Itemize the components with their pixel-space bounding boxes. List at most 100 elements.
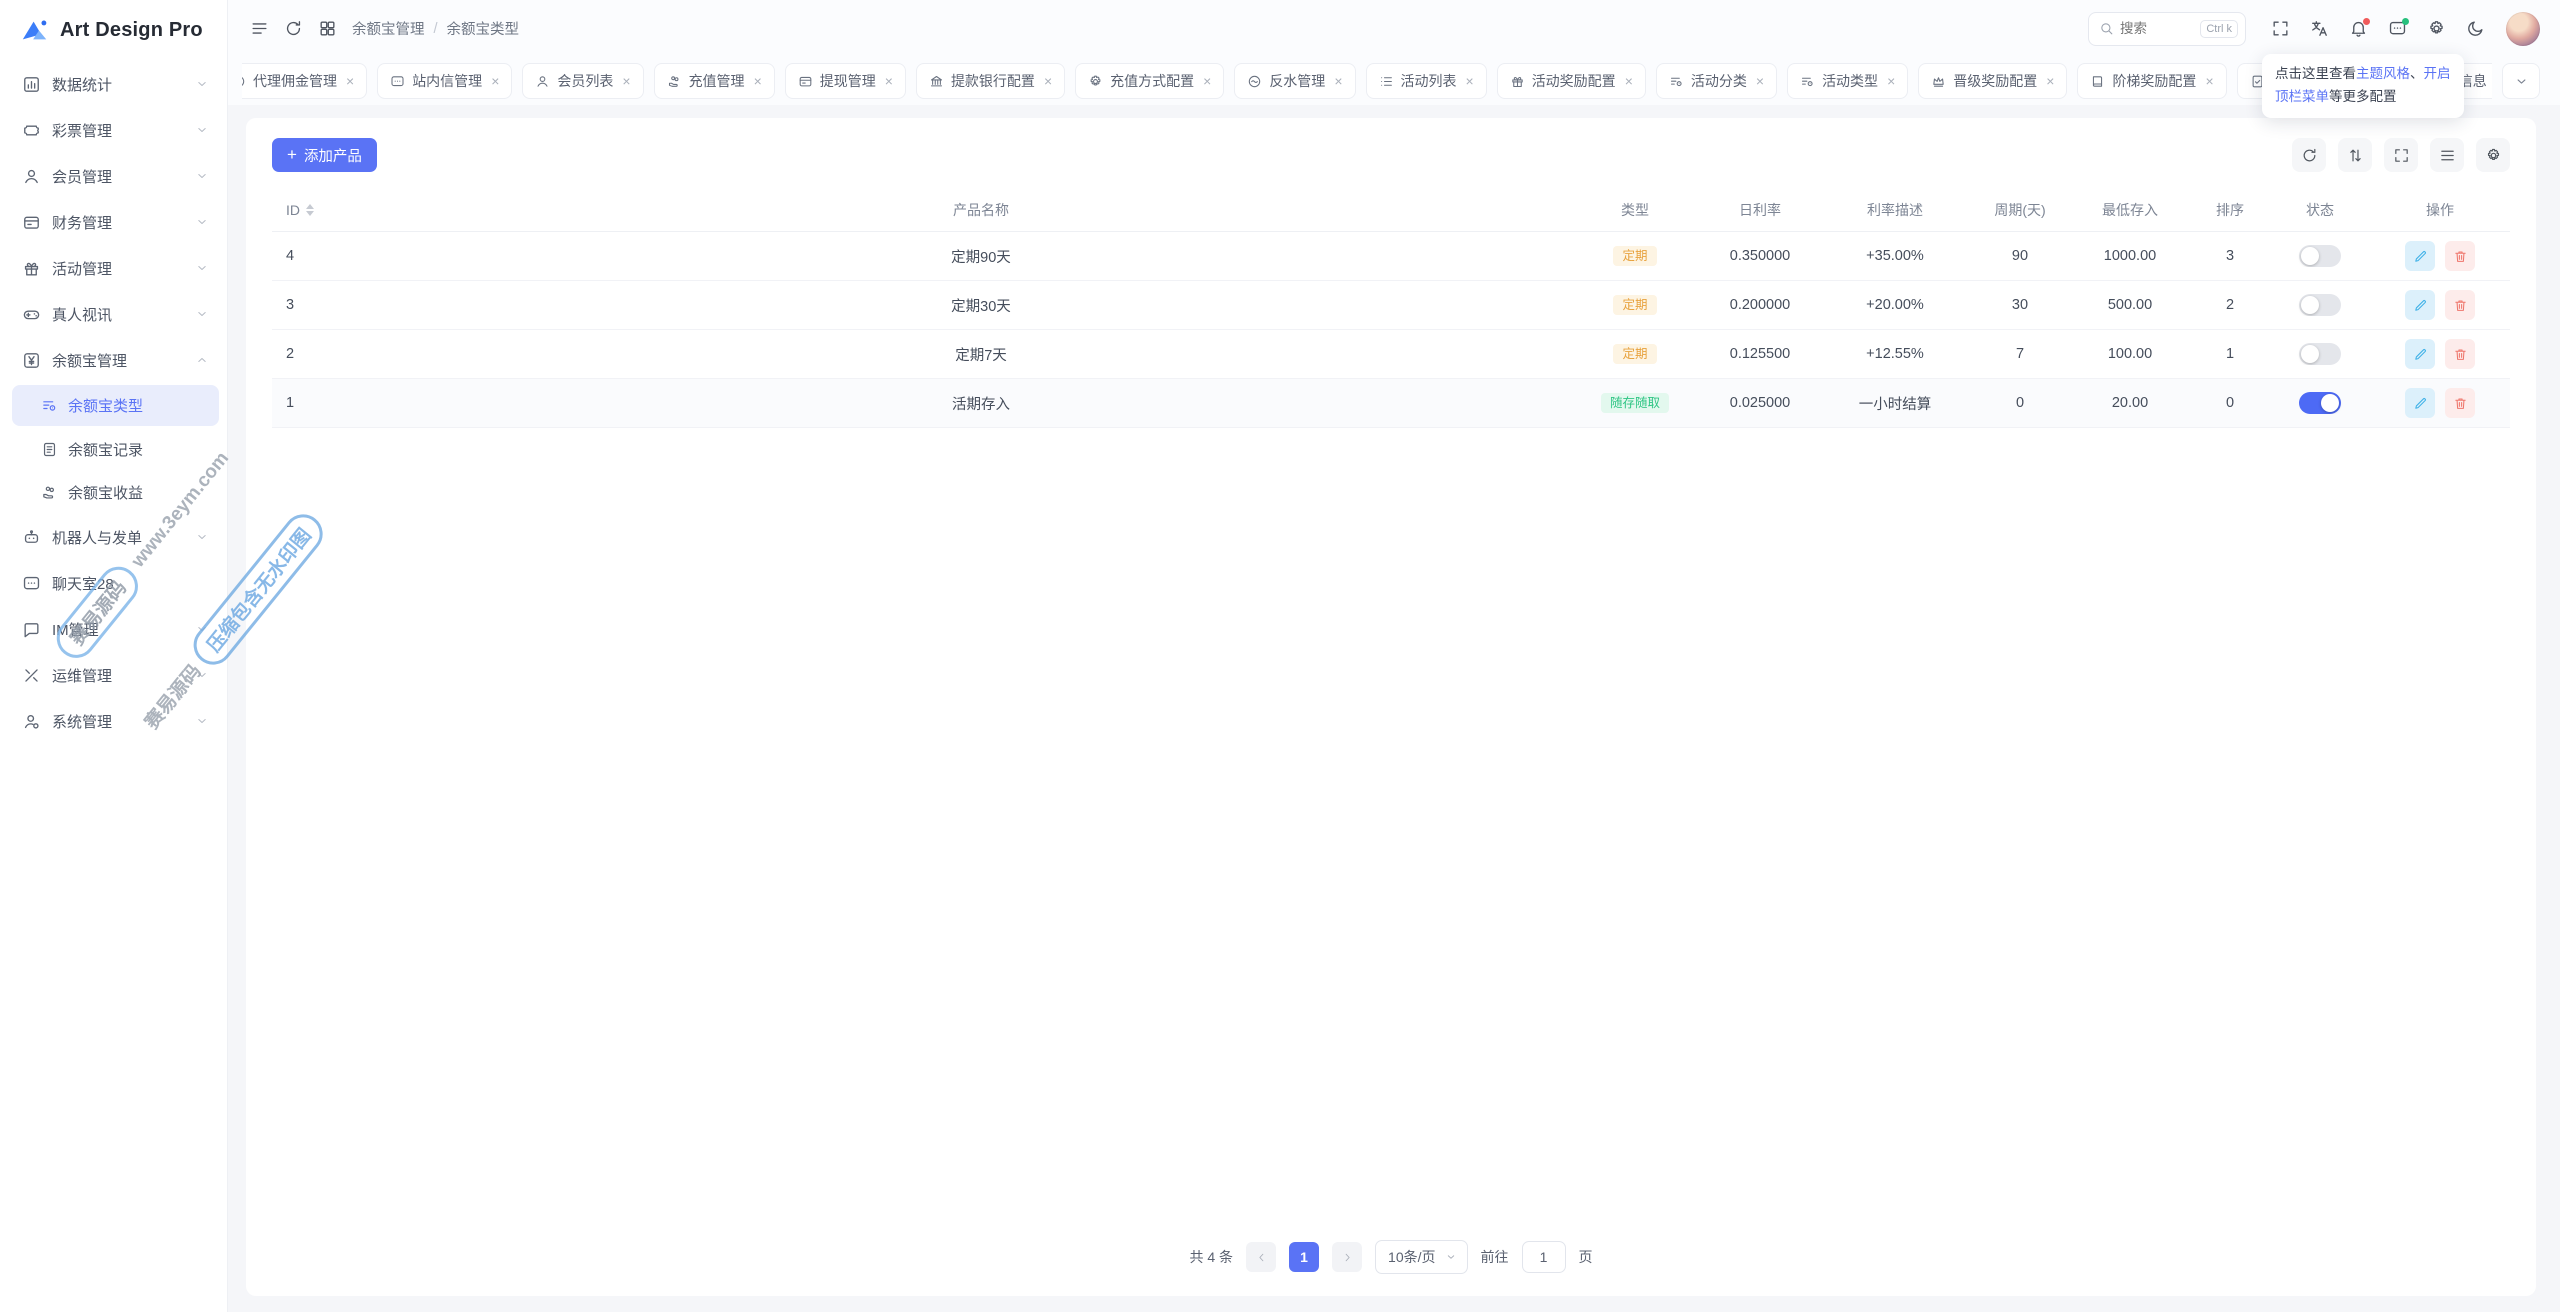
theme-style-link[interactable]: 主题风格: [2356, 66, 2410, 81]
edit-button[interactable]: [2405, 290, 2435, 320]
tab-item[interactable]: 活动奖励配置×: [1497, 63, 1646, 99]
edit-button[interactable]: [2405, 388, 2435, 418]
gift-icon: [1510, 74, 1525, 89]
sidebar-item[interactable]: 聊天室28: [0, 560, 227, 606]
tab-close-icon[interactable]: ×: [1887, 74, 1895, 88]
collapse-menu-button[interactable]: [242, 12, 276, 46]
prev-page-button[interactable]: [1246, 1242, 1276, 1272]
tab-item[interactable]: 反水管理 ×: [1234, 63, 1355, 99]
current-page-button[interactable]: 1: [1289, 1242, 1319, 1272]
fullscreen-button[interactable]: [2263, 12, 2297, 46]
sidebar-item[interactable]: 活动管理: [0, 245, 227, 291]
tab-close-icon[interactable]: ×: [1334, 74, 1342, 88]
goto-page-input[interactable]: [1522, 1241, 1566, 1273]
tab-item[interactable]: 提款银行配置 ×: [916, 63, 1065, 99]
breadcrumb-item-current: 余额宝类型: [447, 18, 520, 39]
sidebar-item[interactable]: 财务管理: [0, 199, 227, 245]
delete-button[interactable]: [2445, 241, 2475, 271]
tab-close-icon[interactable]: ×: [346, 74, 354, 88]
sidebar-item[interactable]: 真人视讯: [0, 291, 227, 337]
tab-item[interactable]: 会员列表×: [522, 63, 643, 99]
tabs-overflow-button[interactable]: [2502, 63, 2540, 99]
add-product-button[interactable]: + 添加产品: [272, 138, 377, 172]
tab-close-icon[interactable]: ×: [885, 74, 893, 88]
sidebar-subitem-active[interactable]: 余额宝类型: [12, 385, 219, 426]
cell-sort: 2: [2190, 297, 2270, 313]
tab-close-icon[interactable]: ×: [491, 74, 499, 88]
sidebar-item[interactable]: 彩票管理: [0, 107, 227, 153]
sidebar-item[interactable]: IM管理: [0, 606, 227, 652]
cell-status: [2270, 245, 2370, 267]
sidebar-subitem[interactable]: 余额宝记录: [0, 428, 227, 471]
chev-down-icon: [195, 307, 209, 321]
tab-close-icon[interactable]: ×: [1466, 74, 1474, 88]
tab-close-icon[interactable]: ×: [1044, 74, 1052, 88]
tab-close-icon[interactable]: ×: [754, 74, 762, 88]
breadcrumb: 余额宝管理 / 余额宝类型: [352, 18, 519, 39]
sidebar-item[interactable]: 余额宝管理: [0, 337, 227, 383]
global-search[interactable]: Ctrl k: [2088, 12, 2246, 46]
cell-status: [2270, 294, 2370, 316]
cell-status: [2270, 343, 2370, 365]
language-button[interactable]: [2302, 12, 2336, 46]
table-refresh-button[interactable]: [2292, 138, 2326, 172]
tab-close-icon[interactable]: ×: [1625, 74, 1633, 88]
refresh-page-button[interactable]: [276, 12, 310, 46]
avatar[interactable]: [2506, 12, 2540, 46]
table-density-button[interactable]: [2430, 138, 2464, 172]
sidebar-item[interactable]: 机器人与发单: [0, 514, 227, 560]
status-toggle[interactable]: [2299, 294, 2341, 316]
apps-grid-button[interactable]: [310, 12, 344, 46]
tab-label: 提款银行配置: [951, 71, 1035, 91]
tab-item[interactable]: 活动类型 ×: [1787, 63, 1908, 99]
table-fullscreen-button[interactable]: [2384, 138, 2418, 172]
tab-close-icon[interactable]: ×: [2205, 74, 2213, 88]
status-toggle[interactable]: [2299, 245, 2341, 267]
tab-close-icon[interactable]: ×: [622, 74, 630, 88]
tab-item[interactable]: 充值管理×: [654, 63, 775, 99]
tab-close-icon[interactable]: ×: [1203, 74, 1211, 88]
fullscreen-icon: [2393, 147, 2410, 164]
tab-item[interactable]: 活动列表×: [1366, 63, 1487, 99]
tab-item[interactable]: 提现管理×: [785, 63, 906, 99]
next-page-button[interactable]: [1332, 1242, 1362, 1272]
column-header[interactable]: ID: [272, 202, 392, 218]
chev-down-icon: [195, 169, 209, 183]
table-row: 3定期30天定期0.200000+20.00%30500.002: [272, 281, 2510, 330]
pencil-icon: [2413, 298, 2428, 313]
status-toggle[interactable]: [2299, 343, 2341, 365]
breadcrumb-item[interactable]: 余额宝管理: [352, 18, 425, 39]
tab-close-icon[interactable]: ×: [1756, 74, 1764, 88]
delete-button[interactable]: [2445, 388, 2475, 418]
page-size-select[interactable]: 10条/页: [1375, 1240, 1467, 1274]
edit-button[interactable]: [2405, 241, 2435, 271]
tab-item[interactable]: 活动分类×: [1656, 63, 1777, 99]
settings-button[interactable]: [2419, 12, 2453, 46]
delete-button[interactable]: [2445, 339, 2475, 369]
tab-item[interactable]: 站内信管理×: [377, 63, 512, 99]
tab-close-icon[interactable]: ×: [2046, 74, 2054, 88]
sidebar-item[interactable]: 系统管理: [0, 698, 227, 744]
status-toggle[interactable]: [2299, 392, 2341, 414]
dark-mode-button[interactable]: [2458, 12, 2492, 46]
tab-label: 反水管理: [1269, 71, 1325, 91]
sidebar-item[interactable]: 运维管理: [0, 652, 227, 698]
table-columns-button[interactable]: [2476, 138, 2510, 172]
tab-label: 活动类型: [1822, 71, 1878, 91]
delete-button[interactable]: [2445, 290, 2475, 320]
messages-button[interactable]: [2380, 12, 2414, 46]
sidebar-item[interactable]: 数据统计: [0, 61, 227, 107]
tab-item[interactable]: 代理佣金管理×: [242, 63, 367, 99]
sidebar-item[interactable]: 会员管理: [0, 153, 227, 199]
table-sort-button[interactable]: [2338, 138, 2372, 172]
sidebar-subitem[interactable]: 余额宝收益: [0, 471, 227, 514]
notifications-button[interactable]: [2341, 12, 2375, 46]
edit-button[interactable]: [2405, 339, 2435, 369]
cell-type: 定期: [1570, 344, 1700, 365]
menu-icon: [250, 19, 269, 38]
search-input[interactable]: [2120, 21, 2200, 36]
tab-item[interactable]: 阶梯奖励配置×: [2077, 63, 2226, 99]
tab-item[interactable]: 充值方式配置×: [1075, 63, 1224, 99]
tab-item[interactable]: 晋级奖励配置×: [1918, 63, 2067, 99]
app-logo[interactable]: Art Design Pro: [0, 0, 227, 61]
